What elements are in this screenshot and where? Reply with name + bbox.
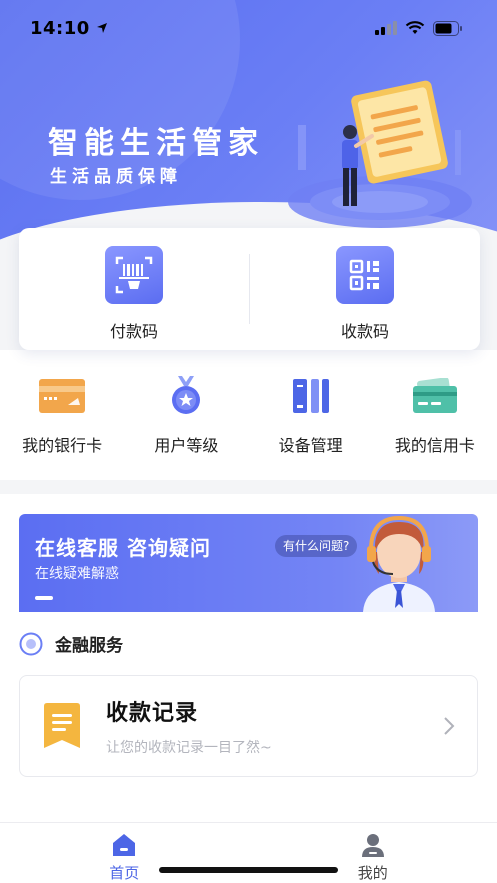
tab-mine[interactable]: 我的 (249, 823, 497, 883)
credit-card-label: 我的信用卡 (394, 436, 475, 455)
device-manage-label: 设备管理 (278, 436, 343, 455)
record-title: 收款记录 (106, 701, 199, 726)
banner-title: 在线客服 咨询疑问 (35, 536, 211, 560)
home-icon (113, 834, 136, 856)
barcode-scan-icon (105, 246, 163, 304)
tab-home-label: 首页 (109, 864, 140, 882)
cellular-signal-icon (375, 21, 397, 35)
finance-section-icon (19, 632, 43, 655)
pay-card: 付款码 收款码 (19, 228, 480, 350)
status-time: 14:10 (30, 18, 108, 39)
receipt-icon (44, 703, 80, 748)
receive-code-label: 收款码 (340, 322, 389, 341)
bank-card-icon (38, 376, 86, 416)
home-indicator (159, 867, 338, 873)
tab-mine-label: 我的 (357, 864, 388, 882)
record-description: 让您的收款记录一目了然~ (106, 740, 272, 756)
customer-service-banner[interactable]: 在线客服 咨询疑问 在线疑难解惑 有什么问题? (19, 514, 478, 612)
quick-item-credit-card[interactable]: 我的信用卡 (373, 376, 497, 480)
tab-home[interactable]: 首页 (0, 823, 249, 883)
status-icons (375, 20, 463, 36)
location-arrow-icon (96, 23, 107, 33)
device-icon (292, 376, 330, 416)
quick-item-user-level[interactable]: 用户等级 (124, 376, 248, 480)
finance-section-title: 金融服务 (55, 636, 123, 656)
chevron-right-icon (444, 717, 455, 735)
quick-item-device-manage[interactable]: 设备管理 (249, 376, 373, 480)
hero-title: 智能生活管家 (48, 126, 264, 161)
lower-section: 在线客服 咨询疑问 在线疑难解惑 有什么问题? 金融服务 收款记录 让您的收款记… (0, 494, 497, 824)
quick-item-bank-card[interactable]: 我的银行卡 (0, 376, 124, 480)
pay-code-button[interactable]: 付款码 (19, 228, 249, 350)
finance-section-header: 金融服务 (19, 631, 123, 656)
banner-page-indicator (35, 596, 53, 600)
customer-service-agent-icon (363, 515, 435, 612)
receipt-record-card[interactable]: 收款记录 让您的收款记录一目了然~ (19, 675, 478, 777)
status-bar: 14:10 (0, 0, 497, 56)
pay-code-label: 付款码 (109, 322, 158, 341)
medal-icon (170, 376, 202, 416)
banner-subtitle: 在线疑难解惑 (35, 566, 119, 582)
record-text: 收款记录 让您的收款记录一目了然~ (106, 695, 443, 757)
user-level-label: 用户等级 (154, 436, 219, 455)
credit-card-icon (412, 376, 458, 416)
hero-subtitle: 生活品质保障 (50, 167, 182, 187)
tab-bar: 首页 我的 (0, 822, 497, 883)
qr-code-icon (336, 246, 394, 304)
wifi-icon (405, 21, 425, 34)
bank-card-label: 我的银行卡 (22, 436, 103, 455)
user-icon (361, 834, 384, 857)
quick-actions: 我的银行卡 用户等级 设备管理 我的信用卡 (0, 350, 497, 480)
hero-illustration (288, 80, 472, 228)
battery-icon (433, 20, 462, 36)
question-bubble: 有什么问题? (275, 535, 358, 557)
receive-code-button[interactable]: 收款码 (250, 228, 480, 350)
